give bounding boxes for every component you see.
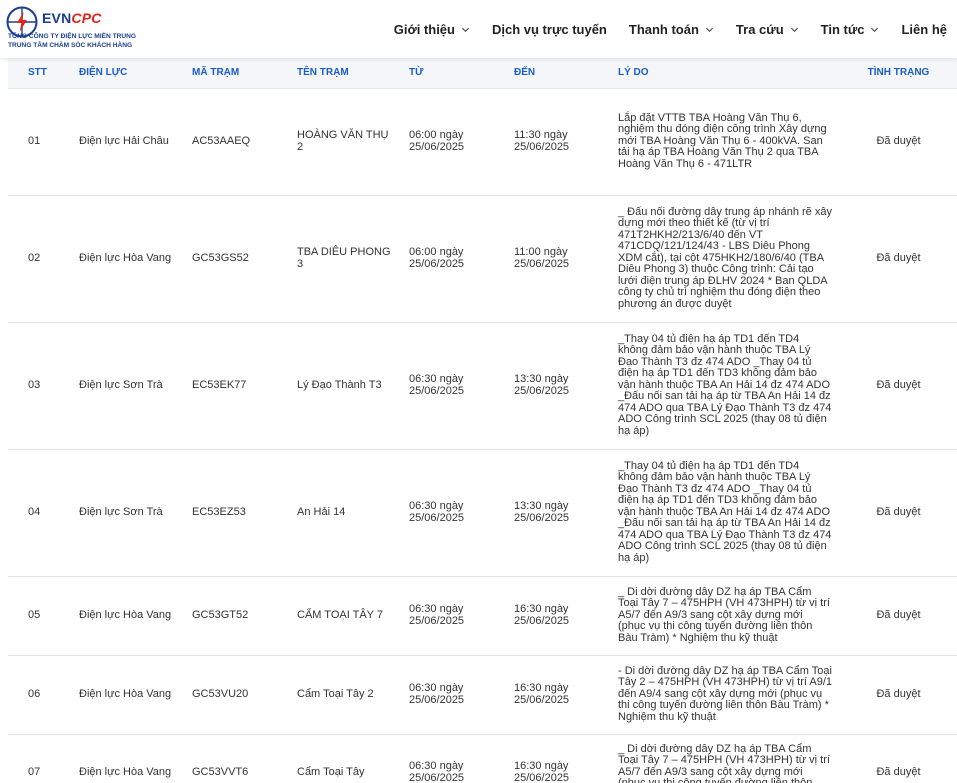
cell-from: 06:30 ngày 25/06/2025 xyxy=(401,576,506,656)
header-reason: Lý do xyxy=(610,58,840,89)
site-header: EVNCPC TỔNG CÔNG TY ĐIỆN LỰC MIỀN TRUNG … xyxy=(0,0,957,58)
nav-item-label: Thanh toán xyxy=(628,21,699,37)
cell-from: 06:30 ngày 25/06/2025 xyxy=(401,734,506,783)
nav-item-0[interactable]: Giới thiệu xyxy=(394,22,470,37)
cell-code: GC53VU20 xyxy=(184,655,289,735)
chevron-down-icon xyxy=(461,27,470,32)
cell-code: GC53GT52 xyxy=(184,576,289,656)
nav-item-label: Liên hệ xyxy=(901,21,947,37)
chevron-down-icon xyxy=(871,27,879,32)
chevron-down-icon xyxy=(705,27,713,32)
nav-item-1[interactable]: Dịch vụ trực tuyến xyxy=(492,22,607,37)
logo-subtitle-1: TỔNG CÔNG TY ĐIỆN LỰC MIỀN TRUNG xyxy=(8,33,137,40)
cell-unit: Điện lực Sơn Trà xyxy=(71,449,184,577)
cell-reason: _Thay 04 tủ điện hạ áp TD1 đến TD4 không… xyxy=(610,449,840,577)
header-code: Mã trạm xyxy=(184,58,289,89)
cell-unit: Điện lực Hòa Vang xyxy=(71,655,184,735)
cell-stt: 06 xyxy=(8,655,71,735)
header-status: Tình trạng xyxy=(840,58,957,89)
table-header-row: STT Điện lực Mã trạm Tên trạm Từ Đến Lý do Tình… xyxy=(8,58,957,89)
cell-status: Đã duyệt xyxy=(840,322,957,450)
table-row[interactable]: 02 Điện lực Hòa Vang GC53GS52 TBA DIÊU PHON… xyxy=(8,195,957,323)
logo-subtitle-2: TRUNG TÂM CHĂM SÓC KHÁCH HÀNG xyxy=(8,42,133,49)
cell-unit: Điện lực Hòa Vang xyxy=(71,195,184,323)
cell-to: 11:30 ngày 25/06/2025 xyxy=(506,88,610,196)
cell-unit: Điện lực Hải Châu xyxy=(71,88,184,196)
cell-to: 13:30 ngày 25/06/2025 xyxy=(506,322,610,450)
cell-stt: 04 xyxy=(8,449,71,577)
cell-from: 06:00 ngày 25/06/2025 xyxy=(401,88,506,196)
cell-name: Cẩm Toại Tây xyxy=(289,734,401,783)
cell-from: 06:30 ngày 25/06/2025 xyxy=(401,449,506,577)
cell-reason: _ Di dời đường dây DZ hạ áp TBA Cẩm Toại… xyxy=(610,734,840,783)
cell-name: Lý Đạo Thành T3 xyxy=(289,322,401,450)
header-name: Tên trạm xyxy=(289,58,401,89)
cell-unit: Điện lực Sơn Trà xyxy=(71,322,184,450)
nav-item-label: Tra cứu xyxy=(735,21,784,37)
cell-to: 13:30 ngày 25/06/2025 xyxy=(506,449,610,577)
logo-text: EVNCPC TỔNG CÔNG TY ĐIỆN LỰC MIỀN TRUNG … xyxy=(8,5,136,50)
cell-status: Đã duyệt xyxy=(840,195,957,323)
cell-code: GC53VVT6 xyxy=(184,734,289,783)
cell-stt: 02 xyxy=(8,195,71,323)
nav-item-4[interactable]: Tin tức xyxy=(821,22,880,37)
outage-schedule-table: STT Điện lực Mã trạm Tên trạm Từ Đến Lý do Tình… xyxy=(8,58,957,783)
table-row[interactable]: 05 Điện lực Hòa Vang GC53GT52 CẨM TOẠI TÂY … xyxy=(8,576,957,656)
cell-name: HOÀNG VĂN THỤ 2 xyxy=(289,88,401,196)
cell-unit: Điện lực Hòa Vang xyxy=(71,576,184,656)
cell-reason: _ Đấu nối đường dây trung áp nhánh rẽ xâ… xyxy=(610,195,840,323)
cell-to: 11:00 ngày 25/06/2025 xyxy=(506,195,610,323)
table-row[interactable]: 07 Điện lực Hòa Vang GC53VVT6 Cẩm Toại Tây 0… xyxy=(8,734,957,783)
header-to: Đến xyxy=(506,58,610,89)
cell-name: TBA DIÊU PHONG 3 xyxy=(289,195,401,323)
cell-stt: 05 xyxy=(8,576,71,656)
cell-to: 16:30 ngày 25/06/2025 xyxy=(506,734,610,783)
cell-name: CẨM TOẠI TÂY 7 xyxy=(289,576,401,656)
cell-to: 16:30 ngày 25/06/2025 xyxy=(506,576,610,656)
cell-from: 06:30 ngày 25/06/2025 xyxy=(401,655,506,735)
nav-item-label: Tin tức xyxy=(820,21,865,37)
main-nav: Giới thiệu Dịch vụ trực tuyến Thanh toán Tr… xyxy=(372,0,947,58)
chevron-down-icon xyxy=(790,27,798,32)
cell-status: Đã duyệt xyxy=(840,655,957,735)
cell-code: GC53GS52 xyxy=(184,195,289,323)
cell-name: Cẩm Toại Tây 2 xyxy=(289,655,401,735)
header-stt: STT xyxy=(8,58,71,89)
header-from: Từ xyxy=(401,58,506,89)
cell-code: EC53EK77 xyxy=(184,322,289,450)
nav-item-2[interactable]: Thanh toán xyxy=(629,22,714,37)
nav-item-label: Giới thiệu xyxy=(393,21,455,37)
cell-status: Đã duyệt xyxy=(840,576,957,656)
evncpc-logo[interactable]: EVNCPC TỔNG CÔNG TY ĐIỆN LỰC MIỀN TRUNG … xyxy=(6,5,206,53)
cell-reason: - Di dời đường dây DZ hạ áp TBA Cẩm Toại… xyxy=(610,655,840,735)
table-row[interactable]: 04 Điện lực Sơn Trà EC53EZ53 An Hải 14 06:30… xyxy=(8,449,957,577)
cell-code: AC53AAEQ xyxy=(184,88,289,196)
cell-status: Đã duyệt xyxy=(840,734,957,783)
cell-stt: 03 xyxy=(8,322,71,450)
table-row[interactable]: 06 Điện lực Hòa Vang GC53VU20 Cẩm Toại Tây … xyxy=(8,655,957,735)
cell-reason: _ Di dời đường dây DZ hạ áp TBA Cẩm Toại… xyxy=(610,576,840,656)
table-body: 01 Điện lực Hải Châu AC53AAEQ HOÀNG VĂN THỤ… xyxy=(8,88,957,783)
cell-from: 06:00 ngày 25/06/2025 xyxy=(401,195,506,323)
cell-reason: _Thay 04 tủ điện hạ áp TD1 đến TD4 không… xyxy=(610,322,840,450)
table-row[interactable]: 01 Điện lực Hải Châu AC53AAEQ HOÀNG VĂN THỤ… xyxy=(8,88,957,196)
nav-item-3[interactable]: Tra cứu xyxy=(736,22,799,37)
nav-item-5[interactable]: Liên hệ xyxy=(901,22,947,37)
cell-reason: Lắp đặt VTTB TBA Hoàng Văn Thụ 6, nghiệm… xyxy=(610,88,840,196)
cell-from: 06:30 ngày 25/06/2025 xyxy=(401,322,506,450)
cell-stt: 07 xyxy=(8,734,71,783)
nav-item-label: Dịch vụ trực tuyến xyxy=(491,21,607,37)
cell-status: Đã duyệt xyxy=(840,88,957,196)
cell-name: An Hải 14 xyxy=(289,449,401,577)
cell-status: Đã duyệt xyxy=(840,449,957,577)
cell-code: EC53EZ53 xyxy=(184,449,289,577)
cell-stt: 01 xyxy=(8,88,71,196)
table-row[interactable]: 03 Điện lực Sơn Trà EC53EK77 Lý Đạo Thành T… xyxy=(8,322,957,450)
logo-brand: EVNCPC xyxy=(42,10,102,26)
cell-unit: Điện lực Hòa Vang xyxy=(71,734,184,783)
cell-to: 16:30 ngày 25/06/2025 xyxy=(506,655,610,735)
header-unit: Điện lực xyxy=(71,58,184,89)
